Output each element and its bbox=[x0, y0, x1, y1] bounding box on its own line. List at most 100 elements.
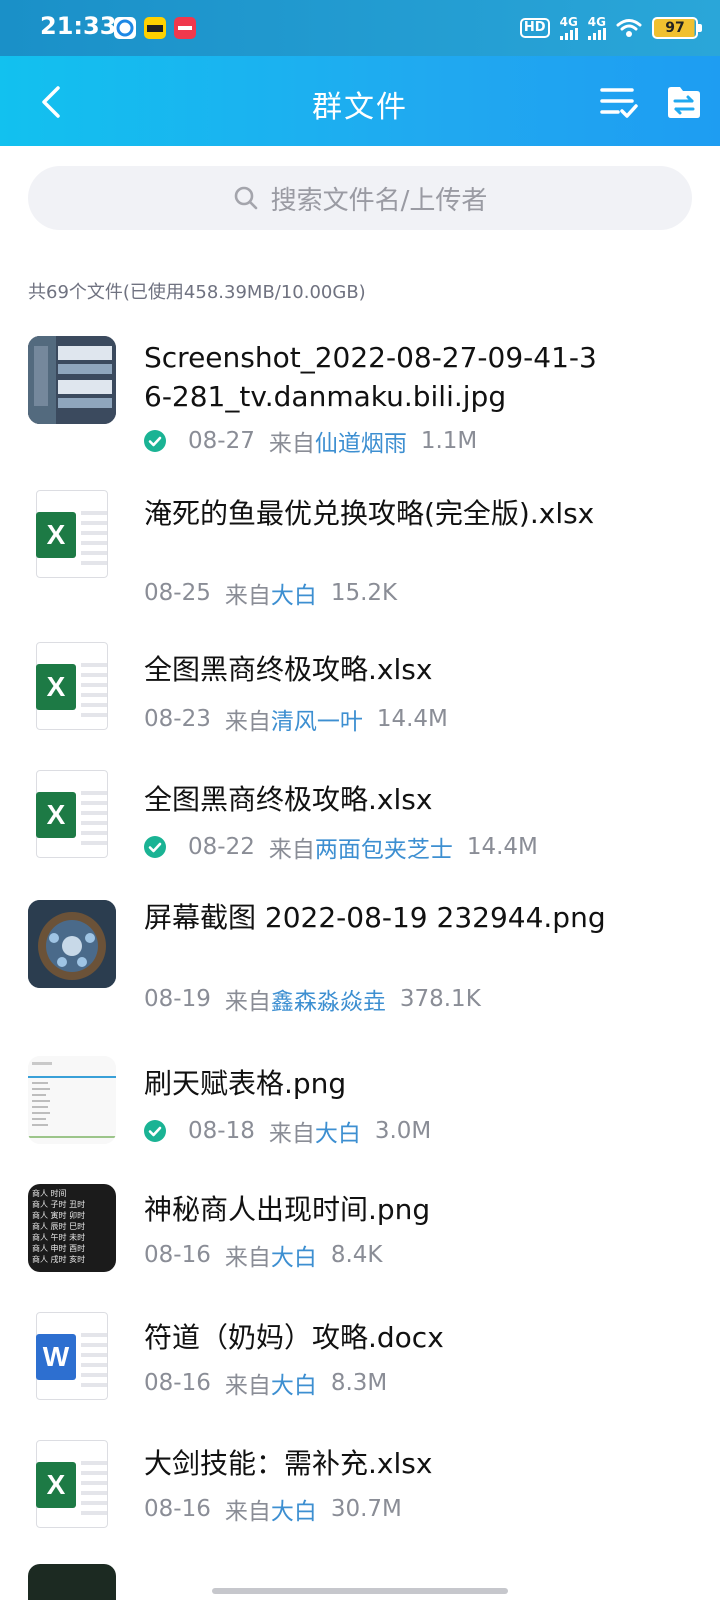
from-label: 来自 bbox=[224, 989, 271, 1015]
folder-transfer-icon[interactable] bbox=[666, 84, 702, 120]
excel-file-icon: X bbox=[28, 490, 116, 578]
file-size: 15.2K bbox=[330, 580, 398, 606]
file-name: 大剑技能：需补充.xlsx bbox=[144, 1447, 433, 1480]
downloaded-check-icon bbox=[144, 1120, 166, 1142]
uploader-name[interactable]: 两面包夹芝士 bbox=[315, 830, 453, 864]
search-icon bbox=[234, 186, 257, 210]
file-row[interactable]: X 全图黑商终极攻略.xlsx 08-23 来自 清风一叶 14.4M bbox=[0, 632, 720, 744]
file-name: 符道（奶妈）攻略.docx bbox=[144, 1321, 444, 1354]
file-row[interactable]: 刷天赋表格.png 08-18 来自 大白 3.0M bbox=[0, 1044, 720, 1156]
storage-summary: 共69个文件(已使用458.39MB/10.00GB) bbox=[28, 282, 366, 303]
file-size: 3.0M bbox=[374, 1118, 432, 1144]
uploader-name[interactable]: 仙道烟雨 bbox=[315, 424, 407, 458]
file-name: 全图黑商终极攻略.xlsx bbox=[144, 783, 433, 816]
multi-select-icon[interactable] bbox=[598, 84, 640, 120]
file-row[interactable]: W 符道（奶妈）攻略.docx 08-16 来自 大白 8.3M bbox=[0, 1300, 720, 1412]
file-row[interactable]: 商人 时间 商人 子时 丑时 商人 寅时 卯时 商人 辰时 巳时 商人 午时 未… bbox=[0, 1172, 720, 1284]
thumb-line: 商人 午时 未时 bbox=[32, 1233, 86, 1242]
from-label: 来自 bbox=[268, 1121, 315, 1147]
thumb-line: 商人 辰时 巳时 bbox=[32, 1222, 86, 1231]
file-name: 神秘商人出现时间.png bbox=[144, 1193, 431, 1226]
file-size: 8.3M bbox=[330, 1370, 388, 1396]
excel-file-icon: X bbox=[28, 770, 116, 858]
file-size: 30.7M bbox=[330, 1496, 402, 1522]
file-name: 屏幕截图 2022-08-19 232944.png bbox=[144, 901, 606, 934]
file-date: 08-19 bbox=[144, 986, 211, 1012]
downloaded-check-icon bbox=[144, 430, 166, 452]
image-thumbnail bbox=[28, 1564, 116, 1600]
file-name: Screenshot_2022-08-27-09-41-36-281_tv.da… bbox=[144, 341, 597, 413]
image-thumbnail bbox=[28, 900, 116, 988]
from-label: 来自 bbox=[224, 583, 271, 609]
battery-level: 97 bbox=[665, 20, 685, 36]
uploader-name[interactable]: 大白 bbox=[271, 1238, 317, 1272]
search-input[interactable]: 搜索文件名/上传者 bbox=[28, 166, 692, 230]
from-label: 来自 bbox=[224, 1499, 271, 1525]
file-date: 08-16 bbox=[144, 1370, 211, 1396]
file-meta: 08-27 来自 仙道烟雨 1.1M bbox=[144, 424, 477, 458]
thumb-line: 商人 申时 酉时 bbox=[32, 1244, 86, 1253]
excel-file-icon: X bbox=[28, 1440, 116, 1528]
thumb-line: 商人 寅时 卯时 bbox=[32, 1211, 86, 1220]
file-date: 08-18 bbox=[188, 1118, 255, 1144]
home-indicator[interactable] bbox=[212, 1588, 508, 1594]
search-placeholder: 搜索文件名/上传者 bbox=[270, 185, 488, 216]
status-bar: 21:33 HD 4G 4G 97 bbox=[0, 0, 720, 56]
file-date: 08-16 bbox=[144, 1496, 211, 1522]
file-row[interactable]: X 全图黑商终极攻略.xlsx 08-22 来自 两面包夹芝士 14.4M bbox=[0, 760, 720, 872]
uploader-name[interactable]: 大白 bbox=[315, 1114, 361, 1148]
file-row[interactable]: 屏幕截图 2022-08-19 232944.png 08-19 来自 鑫森淼焱垚… bbox=[0, 886, 720, 1026]
file-date: 08-16 bbox=[144, 1242, 211, 1268]
excel-badge: X bbox=[36, 1462, 76, 1508]
title-bar: 群文件 bbox=[0, 56, 720, 146]
file-row[interactable]: X 大剑技能：需补充.xlsx 08-16 来自 大白 30.7M bbox=[0, 1430, 720, 1542]
signal-icon: 4G bbox=[560, 16, 578, 40]
uploader-name[interactable]: 清风一叶 bbox=[271, 702, 363, 736]
file-name: 刷天赋表格.png bbox=[144, 1067, 347, 1100]
image-thumbnail bbox=[28, 336, 116, 424]
from-label: 来自 bbox=[224, 1373, 271, 1399]
uploader-name[interactable]: 大白 bbox=[271, 576, 317, 610]
from-label: 来自 bbox=[224, 1245, 271, 1271]
battery-icon: 97 bbox=[652, 17, 702, 39]
thumb-line: 商人 子时 丑时 bbox=[32, 1200, 86, 1209]
file-row[interactable]: X 淹死的鱼最优兑换攻略(完全版).xlsx 08-25 来自 大白 15.2K bbox=[0, 480, 720, 620]
uploader-name[interactable]: 大白 bbox=[271, 1366, 317, 1400]
from-label: 来自 bbox=[268, 431, 315, 457]
uploader-name[interactable]: 大白 bbox=[271, 1492, 317, 1526]
thumb-line: 商人 戌时 亥时 bbox=[32, 1255, 86, 1264]
file-date: 08-25 bbox=[144, 580, 211, 606]
from-label: 来自 bbox=[224, 709, 271, 735]
excel-badge: X bbox=[36, 512, 76, 558]
file-meta: 08-18 来自 大白 3.0M bbox=[144, 1114, 431, 1148]
excel-file-icon: X bbox=[28, 642, 116, 730]
red-app-icon bbox=[174, 17, 196, 39]
file-meta: 08-16 来自 大白 8.3M bbox=[144, 1366, 387, 1400]
file-name: 全图黑商终极攻略.xlsx bbox=[144, 653, 433, 686]
hd-indicator: HD bbox=[519, 18, 550, 38]
file-date: 08-27 bbox=[188, 428, 255, 454]
file-date: 08-23 bbox=[144, 706, 211, 732]
file-meta: 08-25 来自 大白 15.2K bbox=[144, 576, 397, 610]
network-type-label: 4G bbox=[559, 15, 578, 29]
signal-icon-2: 4G bbox=[588, 16, 606, 40]
file-size: 14.4M bbox=[466, 834, 538, 860]
image-thumbnail bbox=[28, 1056, 116, 1144]
word-badge: W bbox=[36, 1334, 76, 1380]
downloaded-check-icon bbox=[144, 836, 166, 858]
browser-app-icon bbox=[114, 17, 136, 39]
file-row-partial[interactable] bbox=[0, 1564, 720, 1604]
meituan-app-icon bbox=[144, 17, 166, 39]
file-meta: 08-16 来自 大白 30.7M bbox=[144, 1492, 402, 1526]
uploader-name[interactable]: 鑫森淼焱垚 bbox=[271, 982, 386, 1016]
file-size: 8.4K bbox=[330, 1242, 383, 1268]
file-size: 14.4M bbox=[376, 706, 448, 732]
file-row[interactable]: Screenshot_2022-08-27-09-41-36-281_tv.da… bbox=[0, 330, 720, 472]
wifi-icon bbox=[616, 19, 642, 37]
status-time: 21:33 bbox=[40, 12, 117, 40]
file-size: 1.1M bbox=[420, 428, 478, 454]
file-meta: 08-16 来自 大白 8.4K bbox=[144, 1238, 383, 1272]
excel-badge: X bbox=[36, 792, 76, 838]
file-date: 08-22 bbox=[188, 834, 255, 860]
thumb-line: 商人 时间 bbox=[32, 1189, 67, 1198]
